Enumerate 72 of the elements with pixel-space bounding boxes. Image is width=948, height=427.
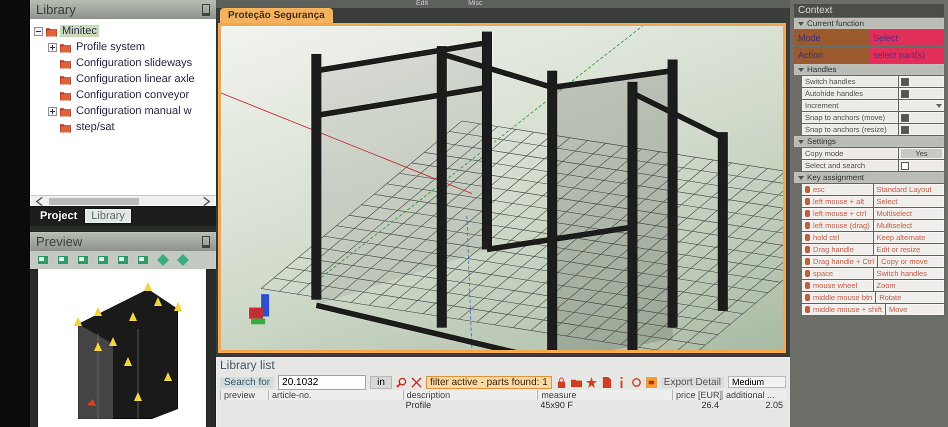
axis-gizmo-icon bbox=[249, 294, 270, 324]
panel-title: Library list bbox=[219, 357, 276, 374]
section-title: Key assignment bbox=[807, 173, 864, 182]
checkbox[interactable] bbox=[901, 114, 909, 122]
star-icon[interactable] bbox=[586, 376, 597, 388]
scroll-left-icon[interactable] bbox=[34, 196, 45, 206]
view-cube-icon[interactable] bbox=[136, 254, 150, 266]
tree-item[interactable]: Minitec bbox=[60, 25, 99, 37]
tree-item[interactable]: step/sat bbox=[74, 121, 117, 133]
column-header[interactable]: description bbox=[402, 390, 538, 400]
document-icon[interactable] bbox=[600, 376, 612, 388]
folder-icon bbox=[60, 106, 71, 116]
folder-icon bbox=[60, 58, 71, 68]
table-cell-text: Profile bbox=[404, 400, 432, 410]
column-header[interactable]: measure bbox=[537, 390, 672, 400]
section-title: Current function bbox=[807, 19, 864, 28]
collapse-icon[interactable] bbox=[798, 140, 804, 144]
checkbox[interactable] bbox=[901, 162, 909, 170]
scrollbar-thumb[interactable] bbox=[49, 198, 139, 204]
column-header[interactable]: additional ... bbox=[722, 390, 786, 400]
folder-icon bbox=[60, 74, 71, 84]
collapse-icon[interactable] bbox=[798, 176, 804, 180]
panel-tab[interactable]: Library bbox=[85, 209, 131, 223]
export-detail-dropdown[interactable]: Medium bbox=[728, 376, 786, 388]
section-title: Handles bbox=[807, 65, 836, 74]
tree-item[interactable]: Profile system bbox=[74, 41, 148, 53]
tree-item[interactable]: Configuration linear axle bbox=[74, 73, 197, 85]
column-header[interactable]: preview bbox=[220, 390, 268, 400]
folder-icon bbox=[60, 42, 71, 52]
table-cell-text: 26.4 bbox=[700, 400, 720, 410]
table-cell-text: 2.05 bbox=[764, 400, 784, 410]
checkbox[interactable] bbox=[901, 78, 909, 86]
collapse-icon[interactable] bbox=[798, 68, 804, 72]
property-value: Select bbox=[869, 30, 944, 46]
document-tab[interactable]: Proteção Segurança bbox=[220, 8, 333, 23]
collapse-icon[interactable] bbox=[798, 22, 804, 26]
panel-title: Library bbox=[36, 2, 76, 17]
folder-icon bbox=[46, 26, 57, 36]
search-icon[interactable] bbox=[396, 376, 407, 388]
view-cube-icon[interactable] bbox=[36, 254, 50, 266]
lock-icon[interactable] bbox=[556, 376, 567, 388]
view-cube-icon[interactable] bbox=[76, 254, 90, 266]
column-header[interactable]: article-no. bbox=[268, 390, 403, 400]
property-label: Mode bbox=[794, 30, 869, 46]
expander-icon[interactable] bbox=[48, 106, 57, 116]
table-cell-text: 45x90 F bbox=[539, 400, 574, 410]
export-label: Export Detail bbox=[660, 376, 724, 388]
panel-title: Preview bbox=[36, 234, 82, 249]
scope-dropdown[interactable]: in bbox=[370, 376, 392, 388]
property-value: select part(s) bbox=[869, 47, 944, 63]
expander-icon[interactable] bbox=[34, 26, 43, 36]
folder-icon bbox=[60, 122, 71, 132]
filter-status-badge: filter active - parts found: 1 bbox=[426, 376, 552, 388]
checkbox[interactable] bbox=[901, 90, 909, 98]
view-cube-icon[interactable] bbox=[56, 254, 70, 266]
search-field[interactable]: 20.1032 bbox=[278, 374, 366, 390]
tree-item[interactable]: Configuration conveyor bbox=[74, 89, 192, 101]
property-label: Action bbox=[794, 47, 869, 63]
view-cube-icon[interactable] bbox=[116, 254, 130, 266]
view-cube-icon[interactable] bbox=[96, 254, 110, 266]
expander-icon[interactable] bbox=[48, 42, 57, 52]
search-label: Search for bbox=[220, 376, 274, 388]
tree-item[interactable]: Configuration manual w bbox=[74, 105, 194, 117]
section-title: Settings bbox=[807, 137, 836, 146]
checkbox[interactable] bbox=[901, 126, 909, 134]
scroll-right-icon[interactable] bbox=[201, 196, 212, 206]
tree-item[interactable]: Configuration slideways bbox=[74, 57, 194, 69]
folder-icon bbox=[60, 90, 71, 100]
dropdown-arrow-icon[interactable] bbox=[936, 104, 942, 108]
close-icon[interactable] bbox=[410, 376, 422, 388]
column-header[interactable]: price [EUR] bbox=[672, 390, 722, 400]
panel-title: Context bbox=[794, 4, 944, 17]
